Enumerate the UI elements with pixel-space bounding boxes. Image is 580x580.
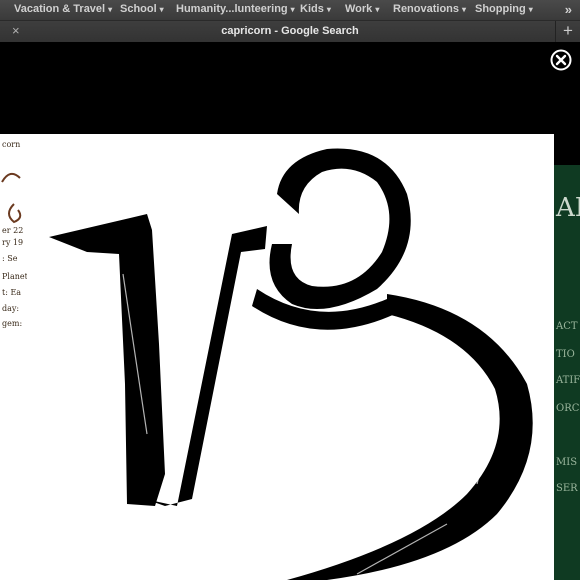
bookmark-kids[interactable]: Kids ▾ — [300, 3, 331, 15]
bookmark-label: Work — [345, 3, 373, 15]
bookmark-label: Renovations — [393, 3, 460, 15]
bookmark-humanity-volunteering[interactable]: Humanity...lunteering ▾ — [176, 3, 295, 15]
thumb-text: ORC — [556, 403, 580, 414]
chevron-down-icon: ▾ — [326, 5, 331, 14]
thumb-text: AP — [556, 193, 580, 223]
thumb-text: ACT — [556, 321, 578, 332]
thumb-text: gem: — [2, 319, 23, 328]
main-image[interactable] — [27, 134, 554, 580]
bookmark-school[interactable]: School ▾ — [120, 3, 164, 15]
bookmark-work[interactable]: Work ▾ — [345, 3, 379, 15]
bookmark-label: Shopping — [475, 3, 526, 15]
new-tab-button[interactable]: + — [555, 21, 580, 42]
bookmark-label: Kids — [300, 3, 324, 15]
thumb-text: t: Ea — [2, 288, 22, 297]
tab-bar: × capricorn - Google Search + — [0, 21, 580, 43]
thumb-text: MIS — [556, 457, 578, 468]
bookmarks-bar: Vacation & Travel ▾ School ▾ Humanity...lu… — [0, 0, 580, 21]
circle-x-icon[interactable] — [550, 49, 572, 71]
chevron-down-icon: ▾ — [375, 5, 380, 14]
capricorn-symbol-graphic — [49, 148, 533, 580]
previous-image-thumbnail[interactable]: corn er 22 ry 19 : Se Planet t: Ea day: … — [0, 134, 27, 580]
bookmark-shopping[interactable]: Shopping ▾ — [475, 3, 533, 15]
chevron-down-icon: ▾ — [462, 5, 467, 14]
chevron-down-icon: ▾ — [108, 5, 113, 14]
thumb-text: ATIF — [556, 375, 580, 386]
bookmark-label: Vacation & Travel — [14, 3, 106, 15]
chevron-down-icon: ▾ — [290, 5, 295, 14]
thumb-text: corn — [2, 140, 21, 149]
bookmark-vacation-travel[interactable]: Vacation & Travel ▾ — [14, 3, 112, 15]
next-image-thumbnail[interactable]: AP ACT TIO ATIF ORC MIS SER — [554, 165, 580, 580]
thumb-text: ry 19 — [2, 238, 24, 247]
thumb-text: SER — [556, 483, 578, 494]
double-chevron-right-icon[interactable]: » — [565, 2, 572, 17]
bookmark-label: Humanity...lunteering — [176, 3, 288, 15]
thumb-text: TIO — [556, 349, 575, 360]
thumb-text: : Se — [2, 254, 18, 263]
chevron-down-icon: ▾ — [159, 5, 164, 14]
thumb-text: Planet — [2, 272, 27, 281]
bookmark-label: School — [120, 3, 157, 15]
thumb-text: er 22 — [2, 226, 24, 235]
chevron-down-icon: ▾ — [528, 5, 533, 14]
thumb-text: day: — [2, 304, 20, 313]
tab-title[interactable]: capricorn - Google Search — [0, 25, 580, 37]
bookmark-renovations[interactable]: Renovations ▾ — [393, 3, 466, 15]
